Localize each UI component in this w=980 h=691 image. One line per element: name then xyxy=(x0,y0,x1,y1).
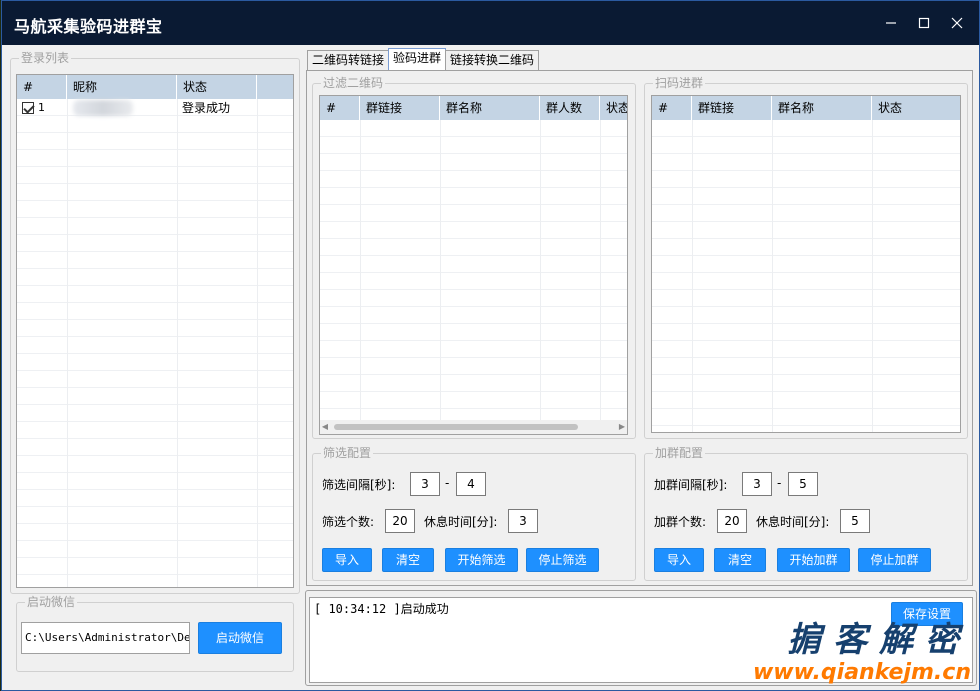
blurred-nickname-image xyxy=(73,99,133,116)
login-list-body xyxy=(17,99,293,587)
filter-clear-button[interactable]: 清空 xyxy=(382,548,434,572)
filter-interval-label: 筛选间隔[秒]: xyxy=(322,478,396,492)
join-interval-label: 加群间隔[秒]: xyxy=(654,478,728,492)
join-config-label: 加群配置 xyxy=(653,445,706,461)
column-header-member-count[interactable]: 群人数 xyxy=(540,96,600,120)
row-status: 登录成功 xyxy=(182,101,231,115)
filter-rest-label: 休息时间[分]: xyxy=(424,515,498,529)
launch-wechat-button[interactable]: 启动微信 xyxy=(198,622,282,654)
scan-join-label: 扫码进群 xyxy=(653,75,706,91)
column-header-group-link[interactable]: 群链接 xyxy=(692,96,772,120)
start-filter-button[interactable]: 开始筛选 xyxy=(445,548,518,572)
join-interval-max-input[interactable]: 5 xyxy=(788,472,818,496)
column-header-index[interactable]: # xyxy=(17,75,67,99)
scrollbar-thumb[interactable] xyxy=(334,424,578,430)
watermark: 掮客解密 www.qiankejm.cn xyxy=(753,620,971,686)
tab-link-to-qr[interactable]: 链接转换二维码 xyxy=(445,50,540,70)
filter-interval-max-input[interactable]: 4 xyxy=(456,472,486,496)
minimize-icon[interactable] xyxy=(880,12,902,34)
filter-qr-grid[interactable]: # 群链接 群名称 群人数 状态 ◀ ▶ xyxy=(319,95,628,435)
login-list-header: # 昵称 状态 xyxy=(17,75,293,99)
join-rest-label: 休息时间[分]: xyxy=(756,515,830,529)
filter-import-button[interactable]: 导入 xyxy=(322,548,372,572)
join-interval-min-input[interactable]: 3 xyxy=(742,472,772,496)
column-header-group-name[interactable]: 群名称 xyxy=(772,96,872,120)
row-nickname xyxy=(67,99,177,116)
filter-interval-min-input[interactable]: 3 xyxy=(410,472,440,496)
filter-qr-hscrollbar[interactable]: ◀ ▶ xyxy=(320,420,627,434)
column-header-group-link[interactable]: 群链接 xyxy=(360,96,440,120)
filter-qr-body xyxy=(320,120,627,420)
column-header-group-name[interactable]: 群名称 xyxy=(440,96,540,120)
stop-join-button[interactable]: 停止加群 xyxy=(858,548,931,572)
scan-join-body xyxy=(652,120,960,432)
close-icon[interactable] xyxy=(946,12,968,34)
title-bar: 马航采集验码进群宝 xyxy=(2,1,979,45)
column-header-nickname[interactable]: 昵称 xyxy=(67,75,177,99)
wechat-path-input[interactable]: C:\Users\Administrator\Desktop xyxy=(21,622,190,654)
login-list-label: 登录列表 xyxy=(19,50,72,66)
filter-qr-header: # 群链接 群名称 群人数 状态 xyxy=(320,96,627,120)
tab-strip: 二维码转链接 验码进群 链接转换二维码 xyxy=(307,48,540,70)
window-title: 马航采集验码进群宝 xyxy=(14,17,163,36)
column-header-status[interactable]: 状态 xyxy=(872,96,960,120)
filter-rest-input[interactable]: 3 xyxy=(508,509,538,533)
join-clear-button[interactable]: 清空 xyxy=(714,548,766,572)
tab-verify-join[interactable]: 验码进群 xyxy=(388,48,447,70)
scan-join-grid[interactable]: # 群链接 群名称 状态 xyxy=(651,95,961,433)
column-header-filler xyxy=(257,75,293,99)
join-count-input[interactable]: 20 xyxy=(717,509,747,533)
column-header-index[interactable]: # xyxy=(652,96,692,120)
start-join-button[interactable]: 开始加群 xyxy=(777,548,850,572)
scan-join-header: # 群链接 群名称 状态 xyxy=(652,96,960,120)
table-row[interactable]: 1 登录成功 xyxy=(17,99,293,116)
watermark-title: 掮客解密 xyxy=(787,620,971,660)
join-rest-input[interactable]: 5 xyxy=(840,509,870,533)
column-header-status[interactable]: 状态 xyxy=(177,75,257,99)
row-checkbox[interactable] xyxy=(22,101,34,114)
range-dash: - xyxy=(777,476,782,490)
filter-qr-label: 过滤二维码 xyxy=(321,75,386,91)
app-window: 马航采集验码进群宝 登录列表 # 昵称 状态 1 登录成功 启动微信 C:\Us… xyxy=(1,0,980,691)
row-index: 1 xyxy=(38,101,45,114)
scroll-right-icon[interactable]: ▶ xyxy=(617,420,627,434)
filter-count-input[interactable]: 20 xyxy=(385,509,415,533)
column-header-status[interactable]: 状态 xyxy=(600,96,627,120)
join-count-label: 加群个数: xyxy=(654,515,707,529)
log-line: [ 10:34:12 ]启动成功 xyxy=(314,602,449,616)
launch-wechat-label: 启动微信 xyxy=(25,594,78,610)
maximize-icon[interactable] xyxy=(913,12,935,34)
stop-filter-button[interactable]: 停止筛选 xyxy=(526,548,599,572)
filter-config-label: 筛选配置 xyxy=(321,445,374,461)
join-import-button[interactable]: 导入 xyxy=(654,548,704,572)
login-list-grid[interactable]: # 昵称 状态 1 登录成功 xyxy=(16,74,294,588)
scroll-left-icon[interactable]: ◀ xyxy=(320,420,330,434)
range-dash: - xyxy=(445,476,450,490)
filter-count-label: 筛选个数: xyxy=(322,515,375,529)
column-header-index[interactable]: # xyxy=(320,96,360,120)
watermark-url: www.qiankejm.cn xyxy=(752,660,971,685)
tab-qr-to-link[interactable]: 二维码转链接 xyxy=(307,50,390,70)
